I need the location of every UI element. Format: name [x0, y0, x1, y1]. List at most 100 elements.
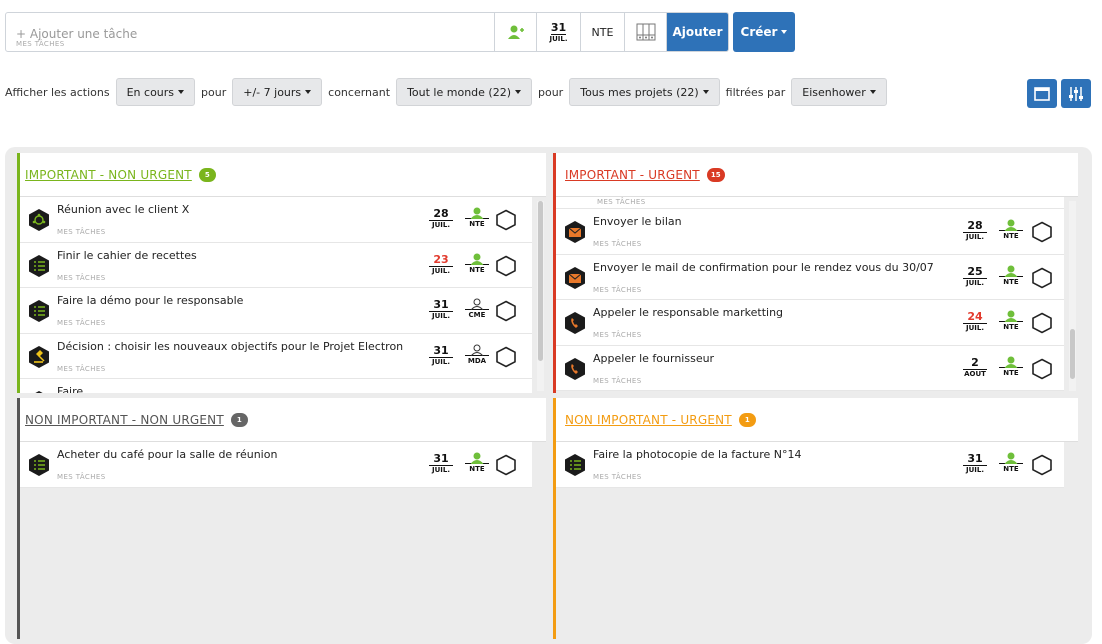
chevron-down-icon — [305, 90, 312, 94]
due-month: JUIL. — [965, 466, 984, 474]
task-row[interactable]: Acheter du café pour la salle de réunion… — [17, 442, 532, 488]
task-title[interactable]: Appeler le responsable marketting — [593, 306, 783, 319]
task-title[interactable]: Appeler le fournisseur — [593, 352, 714, 365]
complete-hexagon-icon[interactable] — [495, 209, 517, 231]
task-row[interactable]: Appeler le fournisseur MES TÂCHES 2 AOUT NTE — [553, 345, 1064, 391]
task-title[interactable]: Finir le cahier de recettes — [57, 249, 197, 262]
task-title[interactable]: Faire la photocopie de la facture N°14 — [593, 448, 802, 461]
task-row[interactable]: Faire — [17, 379, 532, 393]
task-row[interactable]: Faire la photocopie de la facture N°14 ME… — [553, 442, 1064, 488]
assignee-initials: NTE — [465, 218, 489, 228]
due-date-month: JUIL. — [549, 34, 568, 43]
complete-hexagon-icon[interactable] — [1031, 358, 1053, 380]
due-month: JUIL. — [431, 357, 450, 366]
task-due-date[interactable]: 31 JUIL. — [429, 299, 453, 320]
create-dropdown-button[interactable]: Créer — [733, 12, 795, 52]
due-date-picker[interactable]: 31 JUIL. — [536, 13, 580, 51]
quadrant-title[interactable]: IMPORTANT - NON URGENT — [25, 168, 192, 182]
matrix-value: Eisenhower — [802, 85, 866, 99]
task-row[interactable]: Envoyer le bilan MES TÂCHES 28 JUIL. NTE — [553, 209, 1064, 255]
task-title[interactable]: Décision : choisir les nouveaux objectif… — [57, 340, 403, 353]
task-due-date[interactable]: 31 JUIL. — [429, 453, 453, 474]
task-row[interactable]: Finir le cahier de recettes MES TÂCHES 23 J… — [17, 242, 532, 288]
task-project: MES TÂCHES — [593, 331, 642, 339]
complete-hexagon-icon[interactable] — [1031, 454, 1053, 476]
projects-value: Tous mes projets (22) — [580, 85, 699, 99]
scrollbar[interactable] — [537, 201, 544, 391]
task-project: MES TÂCHES — [57, 228, 106, 236]
complete-hexagon-icon[interactable] — [1031, 267, 1053, 289]
task-assignee[interactable]: NTE — [999, 219, 1023, 240]
task-assignee[interactable]: NTE — [999, 265, 1023, 286]
quadrant-important-urgent: IMPORTANT - URGENT 15 MES TÂCHES Envoyer… — [553, 153, 1078, 393]
due-date-day: 31 — [550, 20, 567, 35]
task-title[interactable]: Réunion avec le client X — [57, 203, 189, 216]
period-dropdown[interactable]: +/- 7 jours — [232, 78, 323, 106]
task-title[interactable]: Envoyer le mail de confirmation pour le … — [593, 261, 934, 274]
complete-hexagon-icon[interactable] — [495, 454, 517, 476]
task-assignee[interactable]: NTE — [999, 356, 1023, 377]
task-due-date[interactable]: 31 JUIL. — [429, 345, 453, 366]
task-assignee[interactable]: MDA — [465, 344, 489, 365]
scrollbar[interactable] — [1069, 201, 1076, 391]
scrollbar-thumb[interactable] — [538, 201, 543, 361]
task-assignee[interactable]: NTE — [465, 207, 489, 228]
task-assignee[interactable]: NTE — [465, 452, 489, 473]
add-task-button[interactable]: Ajouter — [666, 13, 728, 51]
task-list: Acheter du café pour la salle de réunion… — [17, 442, 532, 639]
task-list: Faire la photocopie de la facture N°14 ME… — [553, 442, 1064, 639]
mail-icon — [564, 266, 586, 290]
assignee-initials: NTE — [999, 463, 1023, 473]
task-due-date[interactable]: 25 JUIL. — [963, 266, 987, 287]
task-project-label: MES TÂCHES — [16, 40, 65, 48]
task-due-date[interactable]: 28 JUIL. — [429, 208, 453, 229]
task-assignee[interactable]: NTE — [999, 310, 1023, 331]
status-dropdown[interactable]: En cours — [115, 78, 196, 106]
task-assignee[interactable]: NTE — [465, 253, 489, 274]
task-due-date[interactable]: 31 JUIL. — [963, 453, 987, 474]
scrollbar-thumb[interactable] — [1070, 329, 1075, 379]
task-assignee[interactable]: NTE — [999, 452, 1023, 473]
complete-hexagon-icon[interactable] — [495, 346, 517, 368]
chevron-down-icon — [178, 90, 185, 94]
projects-dropdown[interactable]: Tous mes projets (22) — [569, 78, 720, 106]
task-row[interactable]: Décision : choisir les nouveaux objectif… — [17, 333, 532, 379]
task-rows: Envoyer le bilan MES TÂCHES 28 JUIL. NTE Envo… — [553, 209, 1064, 391]
quadrant-title[interactable]: NON IMPORTANT - URGENT — [565, 413, 732, 427]
quadrant-title[interactable]: NON IMPORTANT - NON URGENT — [25, 413, 224, 427]
task-title[interactable]: Acheter du café pour la salle de réunion — [57, 448, 277, 461]
quadrant-title[interactable]: IMPORTANT - URGENT — [565, 168, 700, 182]
task-row[interactable]: Envoyer le mail de confirmation pour le … — [553, 254, 1064, 300]
matrix-dropdown[interactable]: Eisenhower — [791, 78, 887, 106]
assign-person-button[interactable] — [494, 13, 536, 51]
complete-hexagon-icon[interactable] — [495, 255, 517, 277]
people-dropdown[interactable]: Tout le monde (22) — [396, 78, 532, 106]
quadrant-not-important-not-urgent: NON IMPORTANT - NON URGENT 1 Acheter du … — [17, 398, 546, 639]
task-due-date[interactable]: 2 AOUT — [963, 357, 987, 378]
task-title[interactable]: Faire — [57, 385, 83, 393]
task-list: MES TÂCHES Envoyer le bilan MES TÂCHES 28 J… — [553, 197, 1064, 393]
task-row[interactable]: Réunion avec le client X MES TÂCHES 28 JUIL… — [17, 197, 532, 243]
task-title[interactable]: Faire la démo pour le responsable — [57, 294, 243, 307]
task-row[interactable]: Appeler le responsable marketting MES TÂC… — [553, 300, 1064, 346]
filter-label-for: pour — [538, 85, 564, 99]
view-toggle-button[interactable] — [1027, 79, 1057, 108]
priority-matrix-button[interactable] — [624, 13, 666, 51]
quadrant-important-not-urgent: IMPORTANT - NON URGENT 5 Réunion avec le… — [17, 153, 546, 393]
count-badge: 5 — [198, 167, 216, 182]
complete-hexagon-icon[interactable] — [1031, 221, 1053, 243]
task-due-date[interactable]: 24 JUIL. — [963, 311, 987, 332]
gavel-icon — [28, 345, 50, 369]
window-icon — [1034, 86, 1050, 101]
task-due-date[interactable]: 28 JUIL. — [963, 220, 987, 241]
task-assignee[interactable]: CME — [465, 298, 489, 319]
complete-hexagon-icon[interactable] — [1031, 312, 1053, 334]
task-input[interactable] — [16, 27, 484, 41]
task-title[interactable]: Envoyer le bilan — [593, 215, 682, 228]
task-row[interactable]: Faire la démo pour le responsable MES TÂC… — [17, 288, 532, 334]
assignee-initials[interactable]: NTE — [580, 13, 624, 51]
settings-sliders-button[interactable] — [1061, 79, 1091, 108]
complete-hexagon-icon[interactable] — [495, 300, 517, 322]
filter-label-filtered: filtrées par — [725, 85, 786, 99]
task-due-date[interactable]: 23 JUIL. — [429, 254, 453, 275]
